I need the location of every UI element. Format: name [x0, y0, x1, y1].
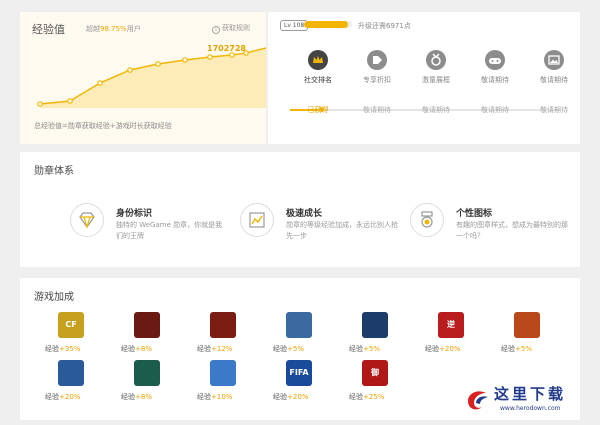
privilege-item-frame[interactable]: 激童展框 敬请期待 — [406, 50, 466, 115]
game-item[interactable]: 经验+10% — [197, 360, 280, 410]
crown-icon — [308, 50, 328, 70]
level-progress-bar — [304, 21, 352, 28]
game-item[interactable]: 经验+20% — [45, 360, 128, 410]
game-bonus-label: 经验+5% — [349, 345, 380, 353]
game-bonus-value: +25% — [363, 393, 385, 401]
warrior-game-icon — [210, 312, 236, 338]
game-bonus-label: 经验+8% — [121, 393, 152, 401]
experience-panel: 经验值 超越98.75%用户 i 获取规则 1702728 总经验值=勋章获取经验… — [20, 12, 266, 144]
game-bonus-value: +20% — [439, 345, 461, 353]
info-icon: i — [212, 26, 220, 34]
medal-system-panel: 勋章体系 身份标识 独特的 WeGame 勋章，你就是我们的王牌 极速成长 勋章… — [20, 152, 580, 267]
chart-point — [207, 54, 213, 60]
game-section-title: 游戏加成 — [34, 292, 74, 303]
elf-game-icon — [134, 360, 160, 386]
game-bonus-value: +5% — [515, 345, 532, 353]
game-bonus-label: 经验+20% — [273, 393, 309, 401]
game-bonus-value: +35% — [59, 345, 81, 353]
medal-item-identity: 身份标识 独特的 WeGame 勋章，你就是我们的王牌 — [70, 203, 230, 247]
game-bonus-value: +8% — [135, 393, 152, 401]
medal-item-growth: 极速成长 勋章的等级经验加成，永远比别人抢先一步 — [240, 203, 400, 247]
crossfire-game-icon: CF — [58, 312, 84, 338]
privilege-item-discount[interactable]: 专享折扣 敬请期待 — [347, 50, 407, 115]
game-icon-label: FIFA — [289, 368, 309, 377]
watermark-url: www.herodown.com — [500, 405, 561, 412]
watermark-text: 这里下载 — [494, 385, 567, 403]
game-bonus-label: 经验+10% — [197, 393, 233, 401]
privilege-item-social-rank[interactable]: 社交排名 已获得 — [288, 50, 348, 115]
game-bonus-value: +20% — [59, 393, 81, 401]
game-bonus-label: 经验+12% — [197, 345, 233, 353]
game-bonus-label: 经验+20% — [45, 393, 81, 401]
game-icon-label: CF — [65, 320, 77, 329]
game-bonus-label: 经验+20% — [425, 345, 461, 353]
game-bonus-value: +5% — [287, 345, 304, 353]
ni-game-icon: 逆 — [438, 312, 464, 338]
game-bonus-label: 经验+8% — [121, 345, 152, 353]
game-icon-label: 御 — [371, 368, 379, 377]
gamepad-icon — [485, 50, 505, 70]
game-bonus-label: 经验+5% — [501, 345, 532, 353]
chart-point — [155, 61, 161, 67]
watermark: 这里下载 www.herodown.com — [464, 381, 592, 421]
game-item[interactable]: 经验+12% — [197, 312, 280, 362]
game-item[interactable]: 经验+5% — [349, 312, 432, 362]
chart-point — [229, 52, 235, 58]
experience-subtitle: 超越98.75%用户 — [86, 25, 141, 33]
experience-footer: 总经验值=勋章获取经验+游戏时长获取经验 — [34, 122, 172, 130]
diamond-icon — [70, 203, 104, 237]
tag-icon — [367, 50, 387, 70]
chart-value-label: 1702728 — [207, 44, 246, 53]
game-item[interactable]: CF 经验+35% — [45, 312, 128, 362]
game-item[interactable]: 御经验+25% — [349, 360, 432, 410]
moba-game-icon — [362, 312, 388, 338]
medal-section-title: 勋章体系 — [34, 166, 74, 177]
experience-percent: 98.75% — [100, 25, 127, 33]
watermark-logo-icon — [468, 391, 488, 410]
game-bonus-label: 经验+35% — [45, 345, 81, 353]
basketball-game-icon — [514, 312, 540, 338]
privilege-list: 社交排名 已获得 专享折扣 敬请期待 激童展框 敬请期待 敬请期待 敬请期待 敬… — [268, 42, 580, 137]
game-bonus-value: +12% — [211, 345, 233, 353]
sword-game-icon — [210, 360, 236, 386]
game-bonus-value: +20% — [287, 393, 309, 401]
medal-icon — [426, 50, 446, 70]
game-item[interactable]: 经验+8% — [121, 312, 204, 362]
privilege-item-coming-1[interactable]: 敬请期待 敬请期待 — [465, 50, 525, 115]
game-bonus-value: +8% — [135, 345, 152, 353]
game-bonus-label: 经验+5% — [273, 345, 304, 353]
game-bonus-value: +5% — [363, 345, 380, 353]
chart-point — [182, 57, 188, 63]
experience-title: 经验值 — [32, 23, 65, 36]
level-progress-fill — [304, 21, 349, 28]
game-item[interactable]: 经验+5% — [501, 312, 584, 362]
picture-icon — [544, 50, 564, 70]
game-item[interactable]: 逆经验+20% — [425, 312, 508, 362]
chart-point — [67, 98, 73, 104]
game-item[interactable]: 经验+8% — [121, 360, 204, 410]
privilege-item-coming-2[interactable]: 敬请期待 敬请期待 — [524, 50, 584, 115]
chart-point — [37, 101, 43, 107]
chart-point — [127, 67, 133, 73]
medal-item-icon: 个性图标 有趣的图章样式，想成为最特别的那一个吗？ — [410, 203, 570, 247]
gun-game-icon — [58, 360, 84, 386]
game-item[interactable]: FIFA 经验+20% — [273, 360, 356, 410]
rules-link[interactable]: i 获取规则 — [212, 23, 250, 34]
dragon-game-icon — [134, 312, 160, 338]
level-panel: Lv 108 升级还需6971点 社交排名 已获得 专享折扣 敬请期待 激童展框… — [268, 12, 580, 144]
level-next-text: 升级还需6971点 — [358, 22, 411, 30]
fighter-game-icon — [286, 312, 312, 338]
game-bonus-label: 经验+25% — [349, 393, 385, 401]
growth-chart-icon — [240, 203, 274, 237]
fifa-game-icon: FIFA — [286, 360, 312, 386]
game-icon-label: 逆 — [447, 320, 455, 329]
chart-point — [97, 80, 103, 86]
game-item[interactable]: 经验+5% — [273, 312, 356, 362]
game-bonus-value: +10% — [211, 393, 233, 401]
yu-game-icon: 御 — [362, 360, 388, 386]
badge-icon — [410, 203, 444, 237]
